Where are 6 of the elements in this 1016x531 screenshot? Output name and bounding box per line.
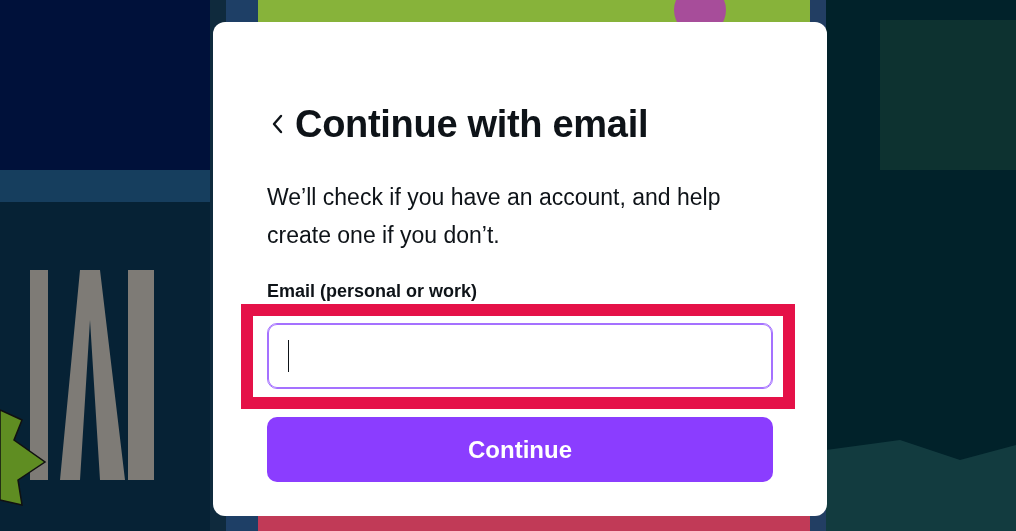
continue-button[interactable]: Continue — [267, 417, 773, 482]
email-label: Email (personal or work) — [267, 280, 479, 302]
dialog-description: We’ll check if you have an account, and help create one if you don’t. — [267, 183, 722, 250]
email-field[interactable] — [267, 323, 773, 389]
dialog-title: Continue with email — [295, 102, 649, 147]
back-icon[interactable] — [271, 114, 283, 134]
